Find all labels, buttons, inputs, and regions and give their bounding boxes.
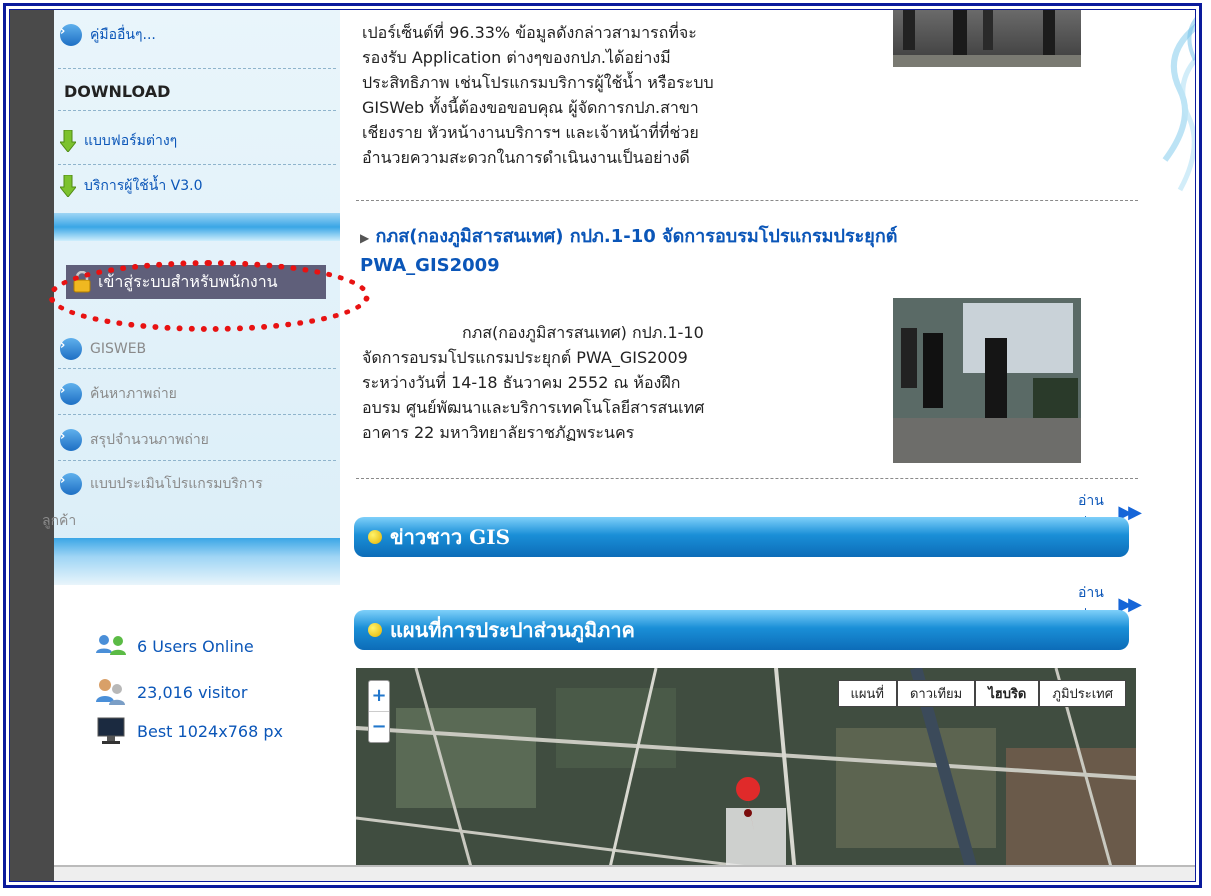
sidebar-item-evaluation[interactable]: › แบบประเมินโปรแกรมบริการ: [60, 473, 263, 495]
visitor-count-text: 23,016 visitor: [137, 682, 248, 702]
monitor-icon: [97, 717, 125, 744]
google-map[interactable]: + − แผนที่ ดาวเทียม ไฮบริด ภูมิประเทศ: [356, 668, 1136, 881]
divider: [58, 68, 336, 69]
sidebar-item-label: แบบประเมินโปรแกรมบริการ: [90, 476, 263, 492]
text-line: GISWeb ทั้งนี้ต้องขอขอบคุณ ผู้จัดการกปภ.…: [362, 98, 699, 117]
section-title: แผนที่การประปาส่วนภูมิภาค: [390, 618, 635, 642]
sidebar-item-label: สรุปจำนวนภาพถ่าย: [90, 432, 209, 448]
sidebar-band: [54, 213, 340, 241]
text-line: กภส(กองภูมิสารสนเทศ) กปภ.1-10: [462, 323, 704, 342]
arrow-circle-icon: ›: [60, 383, 82, 405]
sidebar-item-search-photos[interactable]: › ค้นหาภาพถ่าย: [60, 383, 177, 405]
sidebar-item-label: ค้นหาภาพถ่าย: [90, 386, 177, 402]
photo-people: [893, 10, 1081, 67]
section-bar-pwa-map[interactable]: แผนที่การประปาส่วนภูมิภาค: [354, 610, 1129, 650]
arrow-circle-icon: ›: [60, 473, 82, 495]
article2-title-line1: กภส(กองภูมิสารสนเทศ) กปภ.1-10 จัดการอบรม…: [375, 226, 898, 247]
main-content: เปอร์เซ็นต์ที่ 96.33% ข้อมูลดังกล่าวสามา…: [348, 10, 1142, 881]
text-line: ประสิทธิภาพ เช่นโปรแกรมบริการผู้ใช้น้ำ ห…: [362, 73, 714, 92]
yellow-bullet-icon: [368, 623, 382, 637]
bullet-arrow-icon: ▶: [360, 231, 370, 245]
section-title: ข่าวชาว GIS: [390, 525, 511, 549]
article2-photo[interactable]: [893, 298, 1081, 463]
text-line: รองรับ Application ต่างๆของกปภ.ได้อย่างม…: [362, 48, 671, 67]
users-online-text: 6 Users Online: [137, 636, 254, 656]
article2-title[interactable]: ▶ กภส(กองภูมิสารสนเทศ) กปภ.1-10 จัดการอบ…: [360, 223, 1060, 280]
download-arrow-icon: [60, 175, 76, 197]
text-line: เชียงราย หัวหน้างานบริการฯ และเจ้าหน้าที…: [362, 123, 699, 142]
sidebar-item-label: คู่มืออื่นๆ...: [90, 27, 156, 43]
text-line: เปอร์เซ็นต์ที่ 96.33% ข้อมูลดังกล่าวสามา…: [362, 23, 697, 42]
download-heading: DOWNLOAD: [64, 82, 171, 101]
article2-title-line2: PWA_GIS2009: [360, 255, 500, 276]
divider: [356, 200, 1138, 201]
zoom-out-button[interactable]: −: [369, 711, 389, 742]
tab-terrain[interactable]: ภูมิประเทศ: [1039, 680, 1126, 707]
text-line: อำนวยความสะดวกในการดำเนินงานเป็นอย่างดี: [362, 148, 690, 167]
sidebar-item-other-manuals[interactable]: › คู่มืออื่นๆ...: [60, 24, 156, 46]
divider: [58, 414, 336, 415]
best-resolution-text: Best 1024x768 px: [137, 721, 283, 741]
sidebar-item-label: แบบฟอร์มต่างๆ: [84, 133, 178, 149]
map-type-tabs: แผนที่ ดาวเทียม ไฮบริด ภูมิประเทศ: [837, 680, 1126, 707]
left-edge-bar: [10, 10, 54, 881]
sidebar-item-label: บริการผู้ใช้น้ำ V3.0: [84, 178, 203, 194]
sidebar-item-label: GISWEB: [90, 341, 147, 357]
divider: [58, 368, 336, 369]
sidebar-item-gisweb[interactable]: › GISWEB: [60, 338, 146, 360]
arrow-circle-icon: ›: [60, 338, 82, 360]
sidebar-item-photo-summary[interactable]: › สรุปจำนวนภาพถ่าย: [60, 429, 209, 451]
tab-hybrid[interactable]: ไฮบริด: [975, 680, 1040, 707]
divider: [58, 110, 336, 111]
text-line: อบรม ศูนย์พัฒนาและบริการเทคโนโลยีสารสนเท…: [362, 398, 705, 417]
zoom-in-button[interactable]: +: [369, 681, 389, 711]
browser-viewport: › คู่มืออื่นๆ... DOWNLOAD แบบฟอร์มต่างๆ …: [9, 9, 1196, 882]
tab-satellite[interactable]: ดาวเทียม: [896, 680, 976, 707]
decorative-swirl: [1162, 17, 1195, 192]
tab-map[interactable]: แผนที่: [837, 680, 897, 707]
arrow-circle-icon: ›: [60, 24, 82, 46]
visitors-icon: [96, 679, 125, 705]
text-line: ระหว่างวันที่ 14-18 ธันวาคม 2552 ณ ห้องฝ…: [362, 373, 681, 392]
article2-text: กภส(กองภูมิสารสนเทศ) กปภ.1-10 จัดการอบรม…: [362, 320, 704, 445]
visitor-count: 23,016 visitor: [95, 678, 247, 706]
screenshot-frame: › คู่มืออื่นๆ... DOWNLOAD แบบฟอร์มต่างๆ …: [3, 3, 1202, 888]
best-resolution: Best 1024x768 px: [95, 716, 283, 746]
section-bar-gis-news[interactable]: ข่าวชาว GIS: [354, 517, 1129, 557]
yellow-bullet-icon: [368, 530, 382, 544]
sidebar-item-evaluation-cont[interactable]: ลูกค้า: [42, 510, 76, 532]
users-icon: [96, 635, 126, 655]
divider: [58, 164, 336, 165]
divider: [356, 478, 1138, 479]
sidebar-band: [54, 538, 340, 585]
divider: [58, 460, 336, 461]
text-line: จัดการอบรมโปรแกรมประยุกต์ PWA_GIS2009: [362, 348, 688, 367]
article1-photo[interactable]: [893, 10, 1081, 67]
map-zoom-control: + −: [368, 680, 390, 743]
highlight-oval: [48, 260, 370, 332]
window-bottom-edge: [54, 865, 1195, 881]
arrow-circle-icon: ›: [60, 429, 82, 451]
training-photo: [893, 298, 1081, 463]
sidebar-item-water-service[interactable]: บริการผู้ใช้น้ำ V3.0: [60, 175, 203, 197]
text-line: อาคาร 22 มหาวิทยาลัยราชภัฏพระนคร: [362, 423, 635, 442]
sidebar-item-forms[interactable]: แบบฟอร์มต่างๆ: [60, 130, 177, 152]
download-arrow-icon: [60, 130, 76, 152]
users-online: 6 Users Online: [95, 633, 254, 659]
article1-text: เปอร์เซ็นต์ที่ 96.33% ข้อมูลดังกล่าวสามา…: [362, 20, 714, 170]
